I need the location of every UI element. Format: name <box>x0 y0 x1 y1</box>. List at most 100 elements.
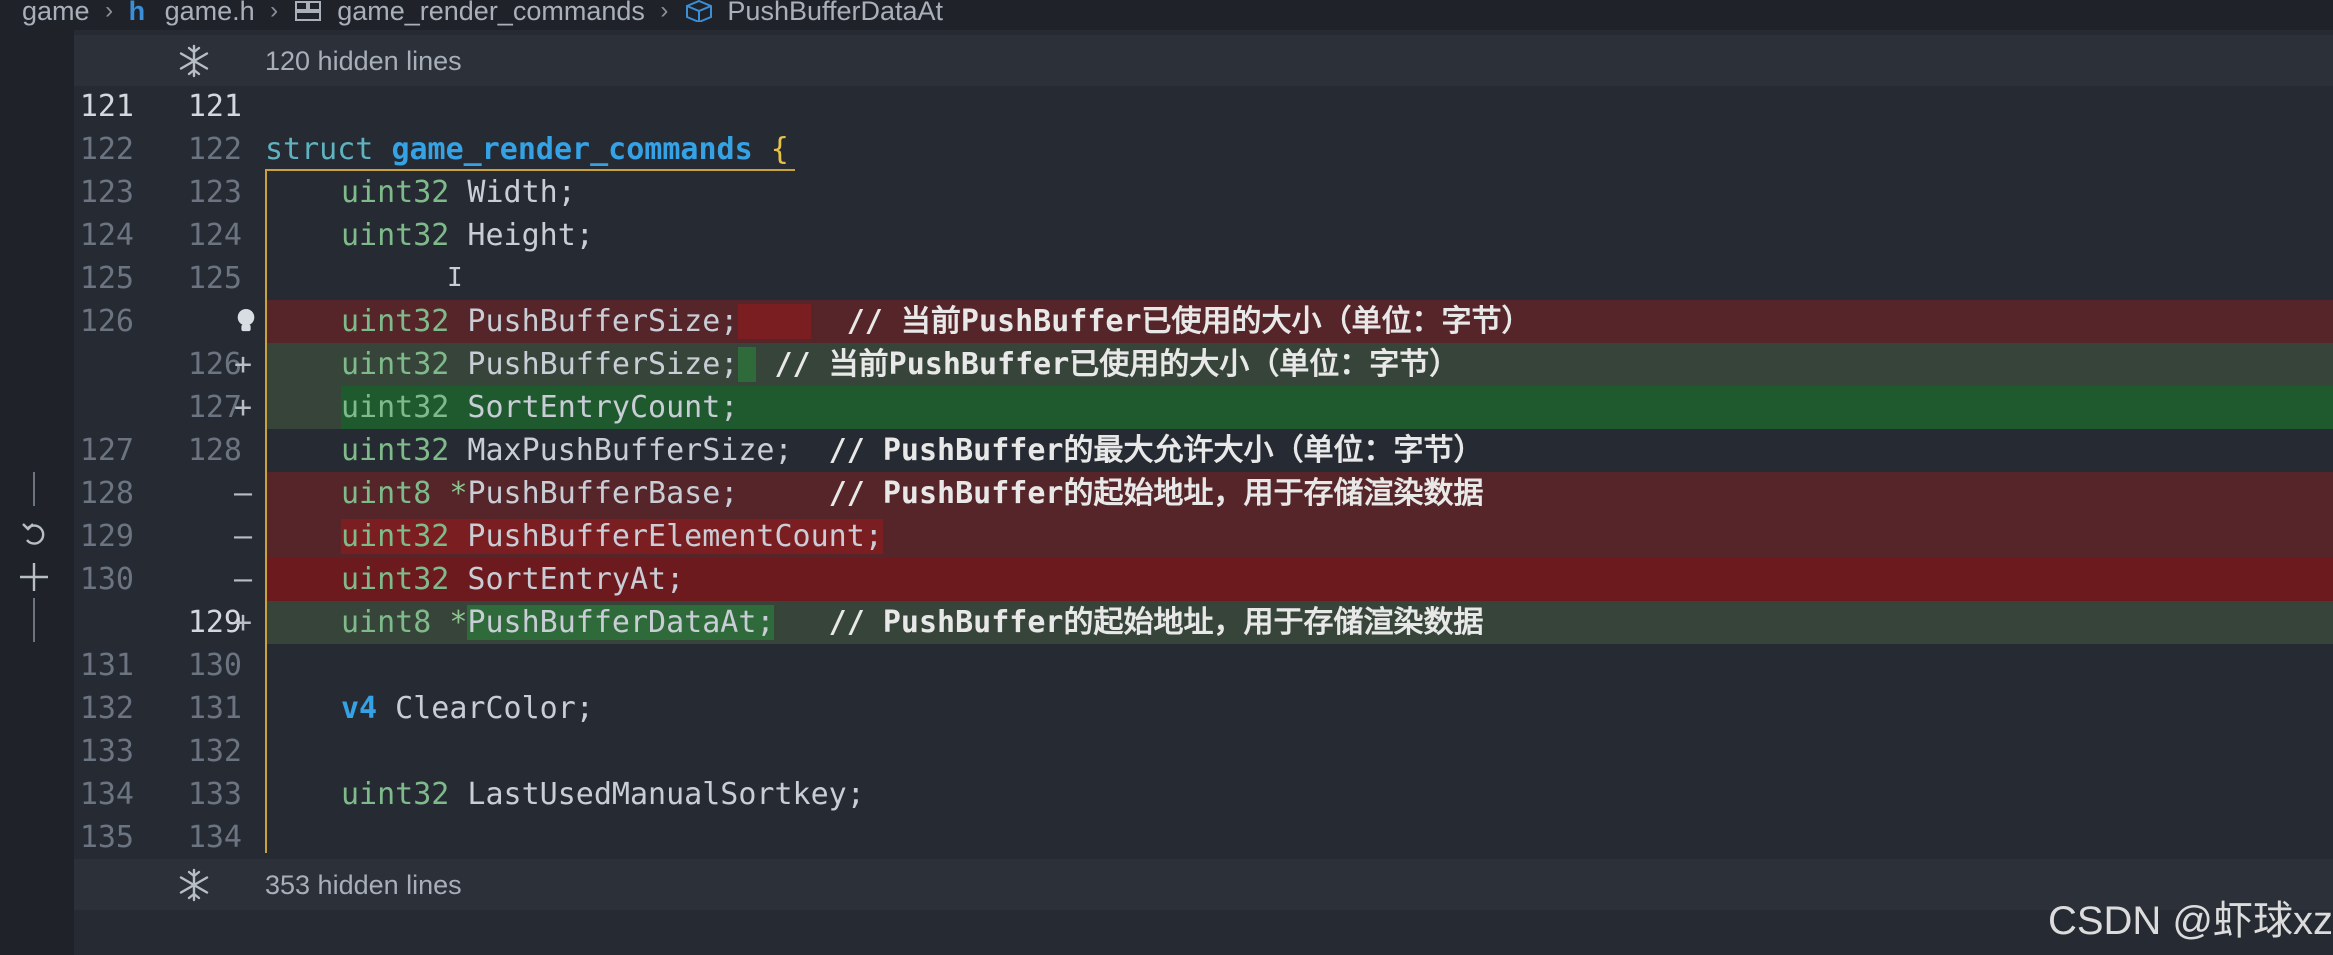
hidden-lines-label: 353 hidden lines <box>265 870 462 900</box>
new-line-number: 132 <box>187 734 242 769</box>
type-keyword: uint32 <box>341 562 450 597</box>
code-line: 134 133 uint32 LastUsedManualSortkey; <box>74 773 2333 816</box>
code-text: struct game_render_commands { <box>265 128 789 171</box>
text-cursor-icon: I <box>447 263 463 293</box>
breadcrumb-item-file[interactable]: game.h <box>165 0 255 25</box>
code-line: 135 134 <box>74 816 2333 859</box>
struct-icon <box>294 1 321 21</box>
code-line: 123 123 uint32 Width; <box>74 171 2333 214</box>
new-line-number: 128 <box>187 433 242 468</box>
type-keyword: uint8 <box>341 605 432 640</box>
code-line: 131 130 <box>74 644 2333 687</box>
breadcrumb-item-struct[interactable]: game_render_commands <box>337 0 645 25</box>
code-line-deleted: 128 — uint8 *PushBufferBase; // PushBuff… <box>74 472 2333 515</box>
type-keyword: uint32 <box>341 777 450 812</box>
new-line-number: 122 <box>187 132 242 167</box>
type-keyword: uint32 <box>341 390 450 425</box>
old-line-number: 123 <box>79 175 134 210</box>
code-text: uint32 SortEntryAt; <box>341 558 684 601</box>
field-decl: SortEntryCount; <box>449 390 739 425</box>
code-text: uint8 *PushBufferBase; // PushBuffer的起始地… <box>341 472 1484 515</box>
plus-icon[interactable] <box>17 560 51 594</box>
new-line-number: 133 <box>187 777 242 812</box>
code-line: 132 131 v4 ClearColor; <box>74 687 2333 730</box>
new-line-number: 134 <box>187 820 242 855</box>
old-line-number: 135 <box>79 820 134 855</box>
diff-marker: — <box>233 562 253 597</box>
comment: // PushBuffer的起始地址，用于存储渲染数据 <box>828 605 1484 640</box>
code-line-added: 129 + uint8 *PushBufferDataAt; // PushBu… <box>74 601 2333 644</box>
new-line-number: 125 <box>187 261 242 296</box>
breadcrumb-item-field[interactable]: PushBufferDataAt <box>727 0 943 25</box>
code-line-added: 126 + uint32 PushBufferSize; // 当前PushBu… <box>74 343 2333 386</box>
snowflake-icon[interactable] <box>177 868 211 902</box>
new-line-number: 130 <box>187 648 242 683</box>
old-line-number: 122 <box>79 132 134 167</box>
gutter-guide <box>33 598 35 642</box>
diff-marker: + <box>233 347 253 382</box>
old-line-number: 124 <box>79 218 134 253</box>
field-decl: PushBufferDataAt; <box>467 605 775 640</box>
code-line: 133 132 <box>74 730 2333 773</box>
field-decl: LastUsedManualSortkey; <box>449 777 865 812</box>
lightbulb-icon[interactable] <box>234 306 258 336</box>
hidden-lines-label: 120 hidden lines <box>265 46 462 76</box>
field-decl: PushBufferSize; <box>449 347 739 382</box>
chevron-right-icon: › <box>270 0 279 24</box>
chevron-right-icon: › <box>105 0 114 24</box>
type-keyword: v4 <box>341 691 378 726</box>
code-text: uint32 SortEntryCount; <box>341 386 738 429</box>
code-line: 124 124 uint32 Height; <box>74 214 2333 257</box>
field-cube-icon <box>685 0 712 24</box>
code-text: v4 ClearColor; <box>341 687 594 730</box>
breadcrumb-item-folder[interactable]: game <box>22 0 90 25</box>
code-line: 125 125 I <box>74 257 2333 300</box>
comment: // PushBuffer的起始地址，用于存储渲染数据 <box>828 476 1484 511</box>
old-line-number: 131 <box>79 648 134 683</box>
breadcrumb: game › h game.h › game_render_commands ›… <box>0 0 2333 30</box>
code-text: uint32 MaxPushBufferSize; // PushBuffer的… <box>341 429 1483 472</box>
hidden-lines-bottom[interactable]: 353 hidden lines <box>74 859 2333 910</box>
gutter-margin <box>0 30 74 955</box>
new-line-number: 131 <box>187 691 242 726</box>
keyword-struct: struct <box>265 132 374 167</box>
code-line: 122 122 struct game_render_commands { <box>74 128 2333 171</box>
type-keyword: uint8 <box>341 476 432 511</box>
code-text: uint32 PushBufferSize; // 当前PushBuffer已使… <box>341 300 1532 343</box>
old-line-number: 126 <box>79 304 134 339</box>
old-line-number: 125 <box>79 261 134 296</box>
pointer-op: * <box>449 605 468 640</box>
scope-underline <box>265 169 795 171</box>
code-text: uint32 LastUsedManualSortkey; <box>341 773 865 816</box>
type-keyword: uint32 <box>341 519 450 554</box>
diff-marker: — <box>233 476 253 511</box>
code-line-deleted: 130 — uint32 SortEntryAt; <box>74 558 2333 601</box>
hidden-lines-top[interactable]: 120 hidden lines <box>74 35 2333 86</box>
field-decl: PushBufferBase; <box>467 476 739 511</box>
code-line: 127 128 uint32 MaxPushBufferSize; // Pus… <box>74 429 2333 472</box>
gutter-guide <box>33 472 35 506</box>
type-keyword: uint32 <box>341 218 450 253</box>
old-line-number: 127 <box>79 433 134 468</box>
type-keyword: uint32 <box>341 304 450 339</box>
code-text: uint32 Height; <box>341 214 594 257</box>
old-line-number: 128 <box>79 476 134 511</box>
code-line: 121 121 <box>74 85 2333 128</box>
old-line-number: 121 <box>79 89 134 124</box>
new-line-number: 124 <box>187 218 242 253</box>
field-decl: PushBufferElementCount; <box>449 519 883 554</box>
chevron-right-icon: › <box>660 0 669 24</box>
old-line-number: 132 <box>79 691 134 726</box>
old-line-number: 134 <box>79 777 134 812</box>
diff-marker: + <box>233 605 253 640</box>
code-line-added: 127 + uint32 SortEntryCount; <box>74 386 2333 429</box>
undo-icon[interactable] <box>19 520 49 550</box>
scope-guide <box>265 170 267 853</box>
comment: // PushBuffer的最大允许大小（单位：字节） <box>828 433 1484 468</box>
pointer-op: * <box>449 476 468 511</box>
new-line-number: 121 <box>187 89 242 124</box>
field-decl: SortEntryAt; <box>449 562 685 597</box>
type-keyword: uint32 <box>341 175 450 210</box>
code-text: uint32 PushBufferElementCount; <box>341 515 883 558</box>
snowflake-icon[interactable] <box>177 44 211 78</box>
